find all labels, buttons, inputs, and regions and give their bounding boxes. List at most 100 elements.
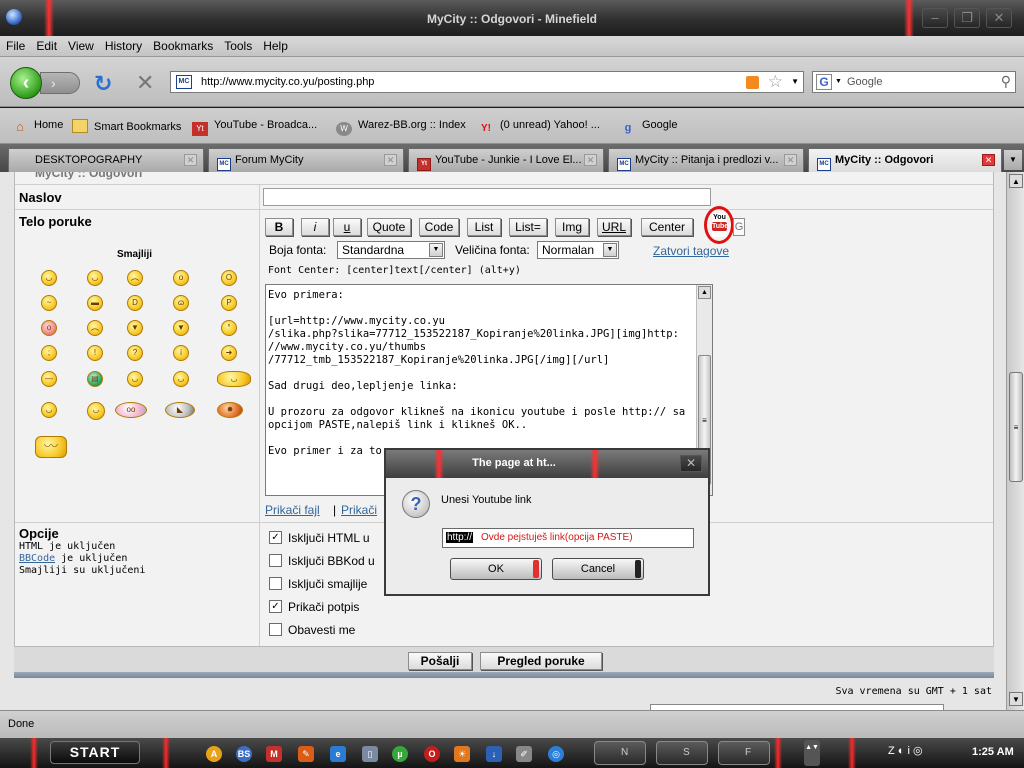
back-button[interactable]: ‹: [10, 67, 42, 99]
page-scrollbar[interactable]: ▲ ≡ ▼: [1006, 172, 1024, 710]
disable-bbcode-checkbox[interactable]: [269, 554, 282, 567]
selected-input-text[interactable]: http://: [446, 532, 474, 543]
menu-view[interactable]: View: [62, 36, 99, 53]
attach-other-text[interactable]: Prikači: [341, 503, 377, 517]
bbcode-url-button[interactable]: URL: [597, 218, 631, 236]
smiley-group-icon[interactable]: ◡◡: [35, 436, 67, 458]
smiley-eek-icon[interactable]: O: [221, 270, 237, 286]
url-bar[interactable]: MC http://www.mycity.co.yu/posting.php ☆…: [170, 71, 804, 93]
taskbar-scroll-icon[interactable]: ▲▼: [804, 740, 820, 766]
avast-icon[interactable]: A: [206, 746, 222, 762]
rss-feed-icon[interactable]: [746, 76, 759, 89]
cancel-button[interactable]: Cancel: [552, 558, 644, 580]
smiley-rolleyes-icon[interactable]: °: [221, 320, 237, 336]
smiley-arrow-icon[interactable]: ➜: [221, 345, 237, 361]
bbcode-quote-button[interactable]: Quote: [367, 218, 411, 236]
smiley-razz-icon[interactable]: P: [221, 295, 237, 311]
smiley-sad-icon[interactable]: ︵: [127, 270, 143, 286]
attach-signature-checkbox[interactable]: ✓: [269, 600, 282, 613]
bookmark-smart-bookmarks[interactable]: Smart Bookmarks: [72, 119, 181, 133]
smiley-mrgreen-icon[interactable]: ◡: [127, 371, 143, 387]
smiley-bird-icon[interactable]: ◣: [165, 402, 195, 418]
tools-icon[interactable]: ✎: [298, 746, 314, 762]
smiley-exclaim-icon[interactable]: !: [87, 345, 103, 361]
minimize-button[interactable]: –: [922, 8, 948, 28]
message-text[interactable]: Evo primera: [url=http://www.mycity.co.y…: [268, 289, 696, 458]
bbcode-list-button[interactable]: List: [467, 218, 501, 236]
smiley-kiss-icon[interactable]: ◡: [41, 402, 57, 418]
tab-close-icon[interactable]: ✕: [584, 154, 597, 166]
smiley-green-grin-icon[interactable]: ▤: [87, 371, 103, 387]
smiley-laugh-icon[interactable]: D: [127, 295, 143, 311]
url-history-dropdown-icon[interactable]: ▼: [791, 77, 799, 86]
smiley-grin-icon[interactable]: ◡: [87, 270, 103, 286]
tab-desktopography[interactable]: DESKTOPOGRAPHY ✕: [8, 148, 204, 172]
smiley-idea-icon[interactable]: i: [173, 345, 189, 361]
font-color-select[interactable]: Standardna ▼: [337, 241, 445, 259]
download-icon[interactable]: ↓: [486, 746, 502, 762]
bookmark-warez[interactable]: W Warez-BB.org :: Index: [336, 119, 466, 136]
recycle-bin-icon[interactable]: ▯: [362, 746, 378, 762]
bbcode-img-button[interactable]: Img: [555, 218, 589, 236]
opera-icon[interactable]: O: [424, 746, 440, 762]
url-text[interactable]: http://www.mycity.co.yu/posting.php: [201, 76, 374, 88]
taskbar-window-2[interactable]: S: [656, 741, 708, 765]
smiley-cry-icon[interactable]: ︵: [87, 320, 103, 336]
start-button[interactable]: START: [50, 741, 140, 764]
tab-close-icon[interactable]: ✕: [784, 154, 797, 166]
menu-edit[interactable]: Edit: [30, 36, 62, 53]
scroll-up-icon[interactable]: ▲: [698, 286, 711, 299]
firefox-quicklaunch-icon[interactable]: ☀: [454, 746, 470, 762]
menu-help[interactable]: Help: [257, 36, 293, 53]
smiley-big-smile-icon[interactable]: ◡: [87, 402, 105, 420]
bookmark-yahoo[interactable]: Y! (0 unread) Yahoo! ...: [478, 119, 600, 136]
tab-close-icon[interactable]: ✕: [184, 154, 197, 166]
bbcode-code-button[interactable]: Code: [419, 218, 459, 236]
submit-button[interactable]: Pošalji: [408, 652, 472, 670]
smiley-shocked-icon[interactable]: o: [173, 270, 189, 286]
tab-mycity-odgovori[interactable]: MC MyCity :: Odgovori ✕: [808, 148, 1002, 172]
smiley-question-icon[interactable]: ?: [127, 345, 143, 361]
google-video-button[interactable]: G: [733, 218, 745, 236]
gmail-icon[interactable]: M: [266, 746, 282, 762]
smiley-bubbles-icon[interactable]: oo: [115, 402, 147, 418]
smiley-confused-icon[interactable]: ~: [41, 295, 57, 311]
stop-icon[interactable]: ✕: [136, 70, 154, 96]
menu-file[interactable]: File: [0, 36, 30, 53]
smiley-neutral-icon[interactable]: —: [41, 371, 57, 387]
attach-other-link[interactable]: Prikači: [341, 503, 377, 517]
menu-tools[interactable]: Tools: [218, 36, 257, 53]
smiley-wave-icon[interactable]: ◡: [217, 371, 251, 387]
search-placeholder[interactable]: Google: [847, 76, 882, 88]
menu-bookmarks[interactable]: Bookmarks: [147, 36, 218, 53]
bs-player-icon[interactable]: BS: [236, 746, 252, 762]
bbcode-center-button[interactable]: Center: [641, 218, 693, 236]
tab-list-dropdown-icon[interactable]: ▼: [1004, 150, 1022, 170]
smiley-bomb-icon[interactable]: ✸: [217, 402, 243, 418]
menu-history[interactable]: History: [99, 36, 147, 53]
network-icon[interactable]: ◎: [548, 746, 564, 762]
tab-youtube-junkie[interactable]: Yt YouTube - Junkie - I Love El... ✕: [408, 148, 604, 172]
bbcode-underline-button[interactable]: u: [333, 218, 361, 236]
bookmark-google[interactable]: g Google: [620, 119, 678, 135]
bbcode-ordered-list-button[interactable]: List=: [509, 218, 547, 236]
tab-mycity-pitanja[interactable]: MC MyCity :: Pitanja i predlozi v... ✕: [608, 148, 804, 172]
smiley-wink-icon[interactable]: ;: [41, 345, 57, 361]
smiley-evil-icon[interactable]: ▼: [127, 320, 143, 336]
bbcode-bold-button[interactable]: B: [265, 218, 293, 236]
tab-forum-mycity[interactable]: MC Forum MyCity ✕: [208, 148, 404, 172]
scroll-up-icon[interactable]: ▲: [1009, 174, 1023, 188]
engine-dropdown-icon[interactable]: ▼: [835, 78, 842, 85]
disable-html-checkbox[interactable]: ✓: [269, 531, 282, 544]
maximize-button[interactable]: ❐: [954, 8, 980, 28]
smiley-smirk-icon[interactable]: ◡: [173, 371, 189, 387]
taskbar-window-3[interactable]: F: [718, 741, 770, 765]
notify-me-checkbox[interactable]: [269, 623, 282, 636]
dialog-close-button[interactable]: ✕: [680, 455, 702, 472]
bbcode-faq-link[interactable]: BBCode: [19, 553, 55, 564]
paint-icon[interactable]: ✐: [516, 746, 532, 762]
disable-smilies-checkbox[interactable]: [269, 577, 282, 590]
close-tags-link[interactable]: Zatvori tagove: [653, 244, 729, 258]
reload-icon[interactable]: ↻: [94, 71, 112, 97]
tab-close-icon[interactable]: ✕: [982, 154, 995, 166]
